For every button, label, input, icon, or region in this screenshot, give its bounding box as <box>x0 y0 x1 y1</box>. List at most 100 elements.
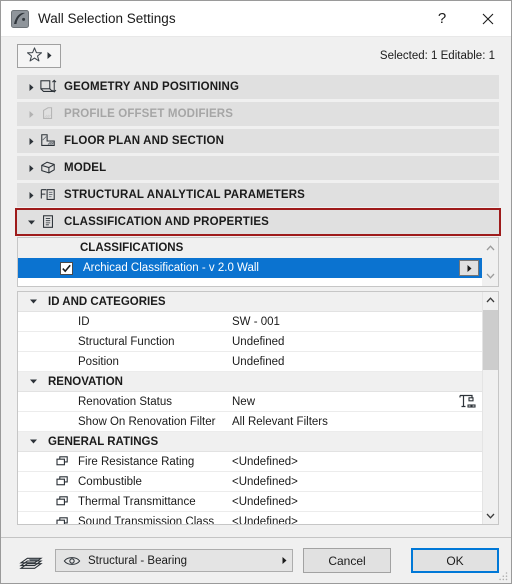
scroll-up-button[interactable] <box>482 240 498 256</box>
triangle-right-icon <box>46 49 53 63</box>
floor-plan-section-icon <box>37 133 59 149</box>
section-structural-analytical-parameters[interactable]: STRUCTURAL ANALYTICAL PARAMETERS <box>17 183 499 207</box>
triangle-down-icon[interactable] <box>18 438 48 445</box>
selection-info: Selected: 1 Editable: 1 <box>379 50 495 62</box>
property-group-row[interactable]: ID AND CATEGORIES <box>18 292 482 312</box>
property-name: Sound Transmission Class <box>78 516 215 524</box>
layer-selector[interactable]: Structural - Bearing <box>55 549 293 572</box>
title-bar: Wall Selection Settings ? <box>1 1 511 37</box>
layer-value: Structural - Bearing <box>88 554 188 567</box>
section-label: CLASSIFICATION AND PROPERTIES <box>64 216 269 228</box>
property-value[interactable]: New <box>232 396 452 408</box>
section-label: GEOMETRY AND POSITIONING <box>64 81 240 93</box>
geometry-positioning-icon <box>37 79 59 95</box>
archicad-logo-icon <box>11 9 29 28</box>
property-row-thermal-transmittance[interactable]: Thermal Transmittance <Undefined> <box>18 492 482 512</box>
property-name: Position <box>78 355 119 368</box>
help-icon: ? <box>437 10 447 27</box>
favorites-button[interactable] <box>17 44 61 68</box>
triangle-right-icon <box>25 83 37 92</box>
property-row-fire-resistance-rating[interactable]: Fire Resistance Rating <Undefined> <box>18 452 482 472</box>
classification-dropdown-button[interactable] <box>459 260 479 276</box>
wall-selection-settings-dialog: Wall Selection Settings ? Selected: 1 Ed… <box>0 0 512 584</box>
property-name: Structural Function <box>78 335 175 348</box>
construction-crane-icon <box>452 393 482 411</box>
section-label: MODEL <box>64 162 107 174</box>
close-button[interactable] <box>465 1 511 37</box>
section-classification-and-properties[interactable]: CLASSIFICATION AND PROPERTIES <box>15 208 501 236</box>
property-row-sound-transmission-class[interactable]: Sound Transmission Class <Undefined> <box>18 512 482 524</box>
property-row-renovation-status[interactable]: Renovation Status New <box>18 392 482 412</box>
structural-analytical-icon <box>37 187 59 203</box>
property-value[interactable]: <Undefined> <box>232 456 452 468</box>
classifications-empty-space <box>18 278 482 286</box>
triangle-right-icon <box>25 110 37 119</box>
property-row-position[interactable]: Position Undefined <box>18 352 482 372</box>
star-icon <box>26 46 43 66</box>
property-name: Renovation Status <box>78 395 172 408</box>
property-group-row[interactable]: GENERAL RATINGS <box>18 432 482 452</box>
properties-scrollbar[interactable] <box>482 292 498 524</box>
model-box-icon <box>37 160 59 176</box>
classifications-panel: CLASSIFICATIONS Archicad Classification … <box>17 237 499 287</box>
classifications-scrollbar[interactable] <box>482 238 498 286</box>
linked-property-icon <box>48 475 78 488</box>
close-icon <box>482 13 494 25</box>
scrollbar-thumb[interactable] <box>482 310 498 370</box>
property-name: ID <box>78 315 90 328</box>
property-value[interactable]: Undefined <box>232 336 452 348</box>
section-profile-offset-modifiers: PROFILE OFFSET MODIFIERS <box>17 102 499 126</box>
classification-properties-icon <box>37 214 59 230</box>
section-geometry-and-positioning[interactable]: GEOMETRY AND POSITIONING <box>17 75 499 99</box>
triangle-right-icon <box>281 554 288 568</box>
property-name: Show On Renovation Filter <box>78 415 216 428</box>
profile-offset-icon <box>37 106 59 122</box>
triangle-down-icon <box>25 219 37 226</box>
property-row-show-on-renovation-filter[interactable]: Show On Renovation Filter All Relevant F… <box>18 412 482 432</box>
property-name: Thermal Transmittance <box>78 495 196 508</box>
classification-checkbox[interactable] <box>60 261 73 275</box>
cancel-button[interactable]: Cancel <box>303 548 391 573</box>
scroll-up-button[interactable] <box>483 292 499 308</box>
window-title: Wall Selection Settings <box>38 11 176 26</box>
triangle-down-icon[interactable] <box>18 378 48 385</box>
property-value[interactable]: <Undefined> <box>232 476 452 488</box>
section-floor-plan-and-section[interactable]: FLOOR PLAN AND SECTION <box>17 129 499 153</box>
property-value[interactable]: All Relevant Filters <box>232 416 452 428</box>
properties-table: ID AND CATEGORIES ID SW - 001 Structural… <box>17 291 499 525</box>
property-value[interactable]: <Undefined> <box>232 496 452 508</box>
linked-property-icon <box>48 455 78 468</box>
property-row-structural-function[interactable]: Structural Function Undefined <box>18 332 482 352</box>
ok-button[interactable]: OK <box>411 548 499 573</box>
linked-property-icon <box>48 495 78 508</box>
scrollbar-track[interactable] <box>482 308 498 508</box>
section-label: STRUCTURAL ANALYTICAL PARAMETERS <box>64 189 305 201</box>
resize-grip[interactable] <box>498 570 508 581</box>
property-value[interactable]: <Undefined> <box>232 516 452 524</box>
scroll-down-button[interactable] <box>482 268 498 284</box>
section-model[interactable]: MODEL <box>17 156 499 180</box>
property-group-label: GENERAL RATINGS <box>48 435 159 448</box>
properties-rows: ID AND CATEGORIES ID SW - 001 Structural… <box>18 292 482 524</box>
property-group-row[interactable]: RENOVATION <box>18 372 482 392</box>
dialog-toolbar: Selected: 1 Editable: 1 <box>1 37 511 75</box>
eye-icon <box>63 555 81 567</box>
linked-property-icon <box>48 516 78 524</box>
property-row-combustible[interactable]: Combustible <Undefined> <box>18 472 482 492</box>
section-label: PROFILE OFFSET MODIFIERS <box>64 108 234 120</box>
property-value[interactable]: SW - 001 <box>232 316 452 328</box>
classification-name: Archicad Classification - v 2.0 Wall <box>83 262 259 274</box>
property-value[interactable]: Undefined <box>232 356 452 368</box>
triangle-right-icon <box>25 164 37 173</box>
classification-list-item[interactable]: Archicad Classification - v 2.0 Wall <box>18 258 482 278</box>
scroll-down-button[interactable] <box>483 508 499 524</box>
help-button[interactable]: ? <box>419 1 465 37</box>
property-group-label: ID AND CATEGORIES <box>48 295 166 308</box>
property-name: Combustible <box>78 475 142 488</box>
property-row-id[interactable]: ID SW - 001 <box>18 312 482 332</box>
settings-sections: GEOMETRY AND POSITIONING PROFILE OFFSET … <box>1 75 511 236</box>
triangle-right-icon <box>25 137 37 146</box>
triangle-right-icon <box>25 191 37 200</box>
section-label: FLOOR PLAN AND SECTION <box>64 135 225 147</box>
triangle-down-icon[interactable] <box>18 298 48 305</box>
